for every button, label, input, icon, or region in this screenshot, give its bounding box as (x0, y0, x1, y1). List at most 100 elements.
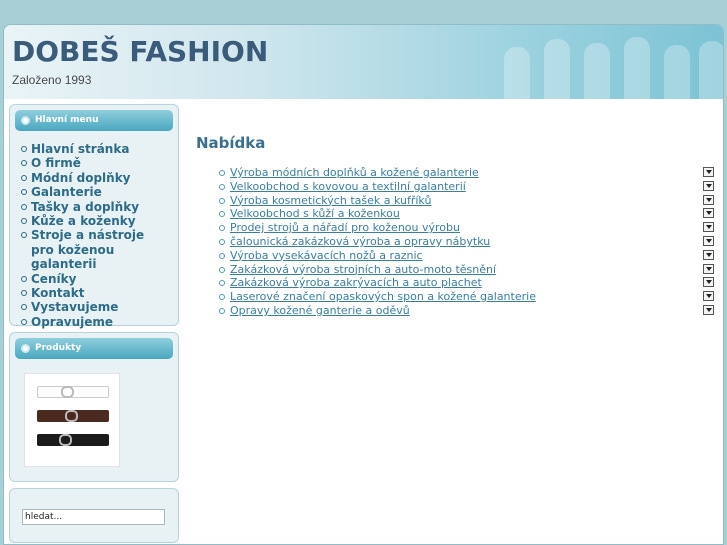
header-decor-figure (699, 41, 723, 99)
circle-bullet-icon (219, 280, 225, 287)
offer-link[interactable]: Výroba módních doplňků a kožené galanter… (230, 166, 479, 179)
expand-toggle-icon[interactable] (703, 222, 714, 233)
expand-toggle-icon[interactable] (703, 194, 714, 205)
circle-bullet-icon (21, 146, 27, 152)
circle-bullet-icon (219, 170, 225, 176)
menu-item-label[interactable]: Módní doplňky (31, 171, 131, 185)
expand-toggle-icon[interactable] (703, 180, 714, 191)
search-input[interactable] (22, 509, 165, 525)
circle-bullet-icon (219, 211, 225, 218)
expand-toggle-icon[interactable] (703, 235, 714, 246)
offer-item: Velkoobchod s kovovou a textilní galante… (219, 180, 714, 194)
menu-item-label[interactable]: Hlavní stránka (31, 142, 129, 156)
product-image-belts[interactable] (24, 373, 120, 467)
menu-item-vystavujeme[interactable]: Vystavujeme (19, 300, 169, 314)
circle-bullet-icon (21, 344, 30, 353)
menu-item-label[interactable]: Vystavujeme (31, 300, 118, 314)
offer-link[interactable]: Zakázková výroba zakrývacích a auto plac… (230, 276, 482, 289)
offer-link[interactable]: Opravy kožené ganterie a oděvů (230, 304, 410, 317)
circle-bullet-icon (21, 189, 27, 196)
menu-item-label[interactable]: Stroje a nástroje pro koženou galanterii (31, 228, 144, 271)
menu-item-galanterie[interactable]: Galanterie (19, 185, 169, 199)
offer-link[interactable]: Velkoobchod s kůží a koženkou (230, 207, 400, 220)
circle-bullet-icon (219, 266, 225, 273)
menu-item-modni-doplnky[interactable]: Módní doplňky (19, 171, 169, 185)
menu-item-label[interactable]: Tašky a doplňky (31, 200, 139, 214)
offer-item: Zakázková výroba zakrývacích a auto plac… (219, 276, 714, 290)
circle-bullet-icon (21, 203, 27, 210)
offer-link[interactable]: Velkoobchod s kovovou a textilní galante… (230, 180, 466, 193)
main-menu-list: Hlavní stránka O firmě Módní doplňky Gal… (19, 142, 169, 329)
offer-item: Výroba kosmetických tašek a kufříků (219, 194, 714, 208)
menu-item-opravujeme[interactable]: Opravujeme (19, 315, 169, 329)
buckle-icon (65, 410, 78, 422)
circle-bullet-icon (219, 183, 225, 190)
expand-toggle-icon[interactable] (703, 277, 714, 288)
page-title: Nabídka (196, 134, 266, 152)
expand-toggle-icon[interactable] (703, 263, 714, 274)
menu-item-tasky-a-doplnky[interactable]: Tašky a doplňky (19, 200, 169, 214)
menu-item-ceniky[interactable]: Ceníky (19, 272, 169, 286)
circle-bullet-icon (21, 304, 27, 311)
buckle-icon (59, 434, 72, 446)
circle-bullet-icon (21, 174, 27, 181)
belt-black (37, 434, 109, 446)
menu-item-label[interactable]: Kontakt (31, 286, 84, 300)
search-box (9, 488, 179, 543)
expand-toggle-icon[interactable] (703, 304, 714, 315)
offer-link[interactable]: Zakázková výroba strojních a auto-moto t… (230, 263, 496, 276)
page-frame: DOBEŠ FASHION Založeno 1993 Hlavní menu … (3, 24, 724, 545)
circle-bullet-icon (219, 252, 225, 259)
offer-item: Laserové značení opaskových spon a kožen… (219, 290, 714, 304)
main-menu-box: Hlavní menu Hlavní stránka O firmě Módní… (9, 104, 179, 329)
circle-bullet-icon (219, 197, 225, 204)
menu-item-kontakt[interactable]: Kontakt (19, 286, 169, 300)
header-decor-figure (504, 47, 530, 99)
circle-bullet-icon (21, 218, 27, 225)
header-decor-figure (584, 43, 610, 99)
expand-toggle-icon[interactable] (703, 291, 714, 302)
main-menu-heading-label: Hlavní menu (35, 115, 99, 125)
menu-item-label[interactable]: Ceníky (31, 272, 76, 286)
products-heading-label: Produkty (35, 343, 82, 353)
circle-bullet-icon (21, 318, 27, 325)
circle-bullet-icon (219, 238, 225, 245)
buckle-icon (61, 386, 74, 398)
offer-link[interactable]: Výroba kosmetických tašek a kufříků (230, 194, 431, 207)
menu-item-label[interactable]: Opravujeme (31, 315, 113, 329)
circle-bullet-icon (21, 160, 27, 167)
offer-list: Výroba módních doplňků a kožené galanter… (219, 166, 714, 318)
header-decor-figure (624, 37, 650, 99)
header-decor-figure (544, 39, 570, 99)
circle-bullet-icon (21, 290, 27, 297)
menu-item-label[interactable]: Kůže a koženky (31, 214, 136, 228)
circle-bullet-icon (21, 116, 30, 125)
expand-toggle-icon[interactable] (703, 167, 714, 177)
menu-item-label[interactable]: Galanterie (31, 185, 102, 199)
offer-link[interactable]: Laserové značení opaskových spon a kožen… (230, 290, 536, 303)
menu-item-hlavni-stranka[interactable]: Hlavní stránka (19, 142, 169, 156)
expand-toggle-icon[interactable] (703, 208, 714, 219)
offer-item: čalounická zakázková výroba a opravy náb… (219, 235, 714, 249)
site-title[interactable]: DOBEŠ FASHION (12, 35, 268, 68)
offer-link[interactable]: čalounická zakázková výroba a opravy náb… (230, 235, 490, 248)
products-heading: Produkty (15, 338, 173, 359)
menu-item-o-firme[interactable]: O firmě (19, 156, 169, 170)
header-decor-figure (664, 45, 690, 99)
menu-item-label[interactable]: O firmě (31, 156, 81, 170)
offer-link[interactable]: Prodej strojů a nářadí pro koženou výrob… (230, 221, 460, 234)
offer-item: Výroba módních doplňků a kožené galanter… (219, 166, 714, 180)
site-header: DOBEŠ FASHION Založeno 1993 (4, 25, 723, 99)
circle-bullet-icon (219, 294, 225, 301)
offer-item: Zakázková výroba strojních a auto-moto t… (219, 263, 714, 277)
expand-toggle-icon[interactable] (703, 249, 714, 260)
circle-bullet-icon (219, 225, 225, 232)
site-tagline: Založeno 1993 (12, 73, 92, 87)
menu-item-kuze-a-kozenky[interactable]: Kůže a koženky (19, 214, 169, 228)
offer-item: Výroba vysekávacích nožů a raznic (219, 249, 714, 263)
menu-item-stroje-a-nastroje[interactable]: Stroje a nástroje pro koženou galanterii (19, 228, 169, 271)
offer-item: Prodej strojů a nářadí pro koženou výrob… (219, 221, 714, 235)
offer-link[interactable]: Výroba vysekávacích nožů a raznic (230, 249, 423, 262)
circle-bullet-icon (21, 275, 27, 282)
offer-item: Velkoobchod s kůží a koženkou (219, 207, 714, 221)
